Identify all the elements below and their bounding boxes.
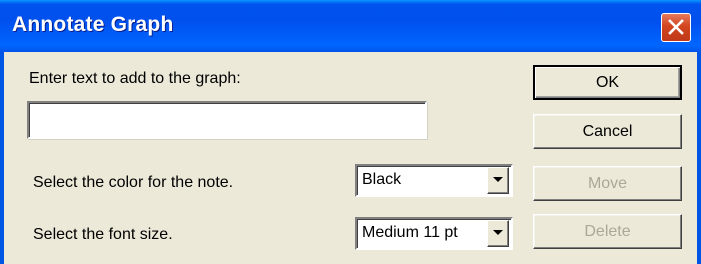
note-color-dropdown-button[interactable] [487,167,509,194]
window-title: Annotate Graph [12,13,174,36]
window-border-right [697,52,701,264]
annotation-text-label: Enter text to add to the graph: [29,70,241,87]
annotation-text-input[interactable] [27,101,427,139]
window-border-left [0,52,4,264]
delete-button[interactable]: Delete [533,214,682,249]
font-size-value: Medium 11 pt [362,224,458,241]
font-size-dropdown-button[interactable] [487,220,509,247]
font-size-label: Select the font size. [33,226,173,243]
annotate-graph-dialog: Annotate Graph Enter text to add to the … [0,0,701,264]
move-button[interactable]: Move [533,166,682,201]
close-button[interactable] [661,13,691,42]
title-bar[interactable]: Annotate Graph [0,0,701,52]
note-color-label: Select the color for the note. [33,174,234,191]
note-color-value: Black [362,171,402,188]
cancel-button[interactable]: Cancel [533,114,682,149]
ok-button[interactable]: OK [533,65,682,100]
note-color-select[interactable]: Black [355,164,513,197]
font-size-select[interactable]: Medium 11 pt [355,217,513,250]
